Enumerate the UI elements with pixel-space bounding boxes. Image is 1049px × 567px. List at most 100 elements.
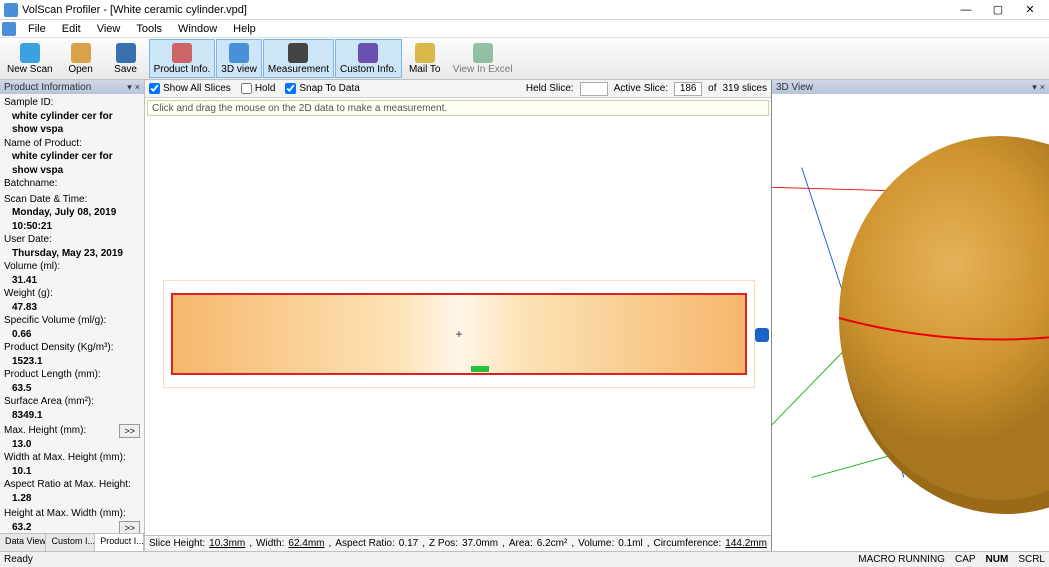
toolbar-product-info-button[interactable]: Product Info. xyxy=(149,39,216,78)
val-sample-id: white cylinder cer for show vspa xyxy=(4,110,140,137)
toolbar-view-in-excel-button: View In Excel xyxy=(448,39,518,78)
open-icon xyxy=(71,43,91,63)
measurement-icon xyxy=(288,43,308,63)
lbl-vol: Volume (ml): xyxy=(4,260,140,274)
val-vol: 31.41 xyxy=(4,274,140,288)
status-cap: CAP xyxy=(955,554,976,565)
lbl-mh: Max. Height (mm):>> xyxy=(4,424,140,438)
toolbar-custom-info-button[interactable]: Custom Info. xyxy=(335,39,402,78)
toolbar-new-scan-button[interactable]: New Scan xyxy=(2,39,58,78)
val-mh: 13.0 xyxy=(4,438,140,452)
toolbar: New Scan Open Save Product Info. 3D viewMeas… xyxy=(0,38,1049,80)
mdi-icon[interactable] xyxy=(2,22,16,36)
lbl-sa: Surface Area (mm²): xyxy=(4,395,140,409)
menu-file[interactable]: File xyxy=(20,21,54,37)
val-name: white cylinder cer for show vspa xyxy=(4,150,140,177)
status-scrl: SCRL xyxy=(1018,554,1045,565)
window-controls: — ▢ ✕ xyxy=(951,1,1045,19)
lbl-held-slice: Held Slice: xyxy=(526,83,574,94)
tab-custom-info[interactable]: Custom I... xyxy=(46,534,95,551)
stat-area: 6.2cm² xyxy=(537,538,568,549)
panel-close-icon-3d[interactable]: × xyxy=(1040,82,1045,93)
menu-bar: File Edit View Tools Window Help xyxy=(0,20,1049,38)
panel-pin-icon[interactable]: ▾ xyxy=(127,82,132,93)
status-macro: MACRO RUNNING xyxy=(858,554,945,565)
val-pl: 63.5 xyxy=(4,382,140,396)
val-wt: 47.83 xyxy=(4,301,140,315)
panel-header: Product Information ▾ × xyxy=(0,80,144,94)
close-button[interactable]: ✕ xyxy=(1015,1,1045,19)
lbl-user-dt: User Date: xyxy=(4,233,140,247)
toolbar-label: Open xyxy=(68,64,92,75)
maximize-button[interactable]: ▢ xyxy=(983,1,1013,19)
toolbar-mail-to-button[interactable]: Mail To xyxy=(403,39,447,78)
lbl-sv: Specific Volume (ml/g): xyxy=(4,314,140,328)
product-info-icon xyxy=(172,43,192,63)
toolbar-label: Product Info. xyxy=(154,64,211,75)
go-mh-button[interactable]: >> xyxy=(119,424,140,438)
chk-show-all[interactable]: Show All Slices xyxy=(149,83,231,94)
minimize-button[interactable]: — xyxy=(951,1,981,19)
marker-right-icon[interactable] xyxy=(755,328,769,342)
stat-ar: 0.17 xyxy=(399,538,418,549)
stat-circ: 144.2mm xyxy=(725,538,767,549)
toolbar-label: Mail To xyxy=(409,64,441,75)
3d-view-icon xyxy=(229,43,249,63)
lbl-armh: Aspect Ratio at Max. Height: xyxy=(4,478,140,492)
menu-view[interactable]: View xyxy=(89,21,129,37)
window-title: VolScan Profiler - [White ceramic cylind… xyxy=(22,4,951,16)
info-tabs: Data View Custom I... Product I... xyxy=(0,533,144,551)
menu-help[interactable]: Help xyxy=(225,21,264,37)
lbl-total-slices: 319 slices xyxy=(723,83,767,94)
tab-product-info[interactable]: Product I... xyxy=(95,534,144,551)
marker-bottom-icon[interactable] xyxy=(471,366,489,372)
menu-window[interactable]: Window xyxy=(170,21,225,37)
val-armh: 1.28 xyxy=(4,492,140,506)
val-wmh: 10.1 xyxy=(4,465,140,479)
toolbar-open-button[interactable]: Open xyxy=(59,39,103,78)
tab-data-view[interactable]: Data View xyxy=(0,534,46,551)
slice-bar: Show All Slices Hold Snap To Data Held S… xyxy=(145,80,771,98)
view-3d-panel: 3D View ▾ × xyxy=(772,80,1049,551)
chk-snap[interactable]: Snap To Data xyxy=(285,83,359,94)
panel-close-icon[interactable]: × xyxy=(135,82,140,93)
stat-zp: 37.0mm xyxy=(462,538,498,549)
val-pd: 1523.1 xyxy=(4,355,140,369)
panel-title: Product Information xyxy=(4,82,91,93)
toolbar-save-button[interactable]: Save xyxy=(104,39,148,78)
stat-vol: 0.1ml xyxy=(618,538,642,549)
toolbar-label: Custom Info. xyxy=(340,64,397,75)
custom-info-icon xyxy=(358,43,378,63)
lbl-name: Name of Product: xyxy=(4,137,140,151)
canvas-2d[interactable] xyxy=(145,118,771,535)
lbl-wt: Weight (g): xyxy=(4,287,140,301)
new-scan-icon xyxy=(20,43,40,63)
go-hmw-button[interactable]: >> xyxy=(119,521,140,534)
hint-bar: Click and drag the mouse on the 2D data … xyxy=(147,100,769,116)
lbl-wmh: Width at Max. Height (mm): xyxy=(4,451,140,465)
toolbar-label: View In Excel xyxy=(453,64,513,75)
menu-tools[interactable]: Tools xyxy=(128,21,170,37)
slice-view-panel: Show All Slices Hold Snap To Data Held S… xyxy=(145,80,772,551)
toolbar-3d-view-button[interactable]: 3D view xyxy=(216,39,262,78)
toolbar-label: New Scan xyxy=(7,64,53,75)
val-sa: 8349.1 xyxy=(4,409,140,423)
panel-title-3d: 3D View xyxy=(776,82,813,93)
lbl-scan-dt: Scan Date & Time: xyxy=(4,193,140,207)
menu-edit[interactable]: Edit xyxy=(54,21,89,37)
active-slice-input[interactable] xyxy=(674,82,702,96)
canvas-3d[interactable] xyxy=(772,94,1049,551)
toolbar-measurement-button[interactable]: Measurement xyxy=(263,39,334,78)
lbl-active-slice: Active Slice: xyxy=(614,83,668,94)
panel-pin-icon-3d[interactable]: ▾ xyxy=(1032,82,1037,93)
lbl-of: of xyxy=(708,83,716,94)
val-scan-dt: Monday, July 08, 2019 10:50:21 xyxy=(4,206,140,233)
status-2d: Slice Height:10.3mm, Width:62.4mm, Aspec… xyxy=(145,535,771,551)
app-icon xyxy=(4,3,18,17)
held-slice-input[interactable] xyxy=(580,82,608,96)
info-scroll[interactable]: Sample ID: white cylinder cer for show v… xyxy=(0,94,144,533)
product-info-panel: Product Information ▾ × Sample ID: white… xyxy=(0,80,145,551)
chk-hold[interactable]: Hold xyxy=(241,83,276,94)
status-ready: Ready xyxy=(4,554,33,565)
val-user-dt: Thursday, May 23, 2019 xyxy=(4,247,140,261)
